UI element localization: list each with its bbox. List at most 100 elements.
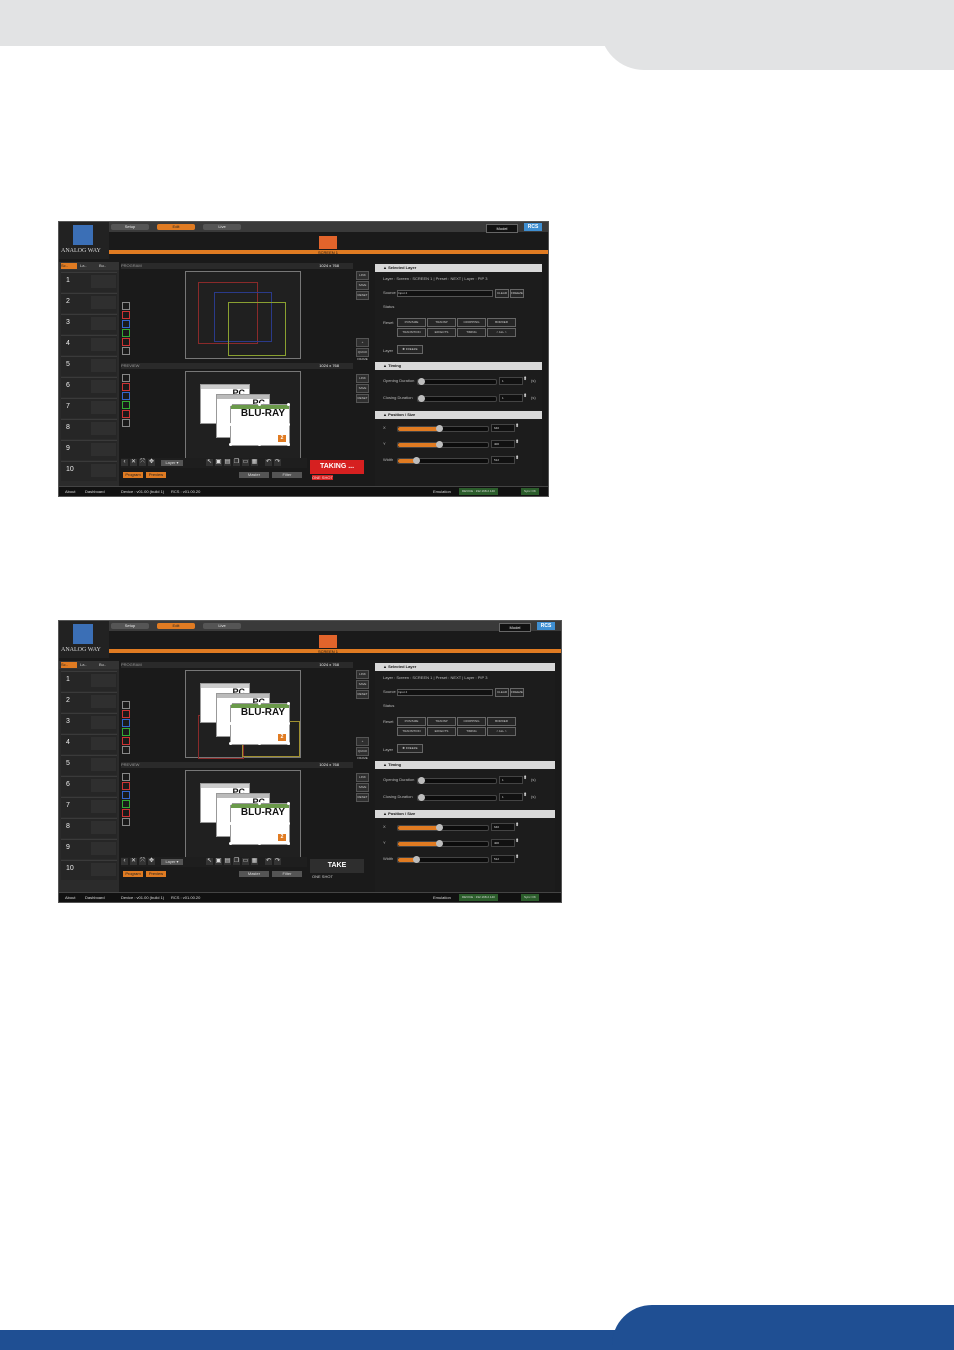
master-button[interactable]: Master — [239, 871, 269, 877]
closing-duration-stepper[interactable]: ⬍ — [523, 393, 527, 399]
x-value[interactable]: 640 — [491, 823, 515, 831]
align-icon[interactable]: ▣ — [215, 858, 222, 865]
layer-toggle[interactable] — [122, 728, 130, 736]
redo-icon[interactable]: ↷ — [274, 858, 281, 865]
width-slider[interactable] — [397, 457, 489, 464]
layer-toggle[interactable] — [122, 818, 130, 826]
preset-slot[interactable] — [91, 737, 116, 750]
preset-item[interactable]: 1 — [61, 671, 117, 691]
link-button[interactable]: LINK — [356, 670, 369, 679]
freeze-layer-button[interactable]: ✱ FREEZE — [397, 744, 423, 753]
opening-duration-value[interactable]: 1 — [499, 377, 523, 385]
preset-item[interactable]: 2 — [61, 692, 117, 712]
layer-toggle[interactable] — [122, 374, 130, 382]
preset-item[interactable]: 4 — [61, 335, 117, 355]
move-icon[interactable]: ✥ — [148, 858, 155, 865]
reset-button[interactable]: RESET — [356, 291, 369, 300]
layers-icon[interactable]: ▦ — [251, 459, 258, 466]
width-stepper[interactable]: ⬍ — [515, 854, 519, 860]
program-canvas[interactable]: PCPCBLU-RAY2 — [185, 670, 301, 759]
preset-item[interactable]: 1 — [61, 272, 117, 292]
tab-buffers[interactable]: Bu.. — [99, 662, 115, 668]
reset-button-item[interactable]: BORDER — [487, 717, 516, 726]
tab-setup[interactable]: Setup — [111, 623, 149, 629]
layer-toggle[interactable] — [122, 737, 130, 745]
program-button[interactable]: Program — [123, 472, 143, 478]
y-slider[interactable] — [397, 840, 489, 847]
reset-button-item[interactable]: POS/SIZE — [397, 717, 426, 726]
resize-handle[interactable] — [287, 443, 290, 446]
preset-item[interactable]: 6 — [61, 776, 117, 796]
move-icon[interactable]: ✥ — [148, 459, 155, 466]
timing-header[interactable]: ▲ Timing — [375, 761, 555, 769]
clear-button[interactable]: CLEAR — [495, 289, 509, 298]
resize-handle[interactable] — [287, 802, 290, 805]
preview-canvas[interactable]: PCPCBLU-RAY2 — [185, 371, 301, 459]
preset-slot[interactable] — [91, 863, 116, 876]
filter-button[interactable]: Filter — [272, 871, 302, 877]
resize-handle[interactable] — [287, 842, 290, 845]
copy-icon[interactable]: ❐ — [233, 459, 240, 466]
resize-handle[interactable] — [229, 702, 232, 705]
tab-layers[interactable]: La.. — [80, 263, 96, 269]
reset-button-item[interactable]: POS/SIZE — [397, 318, 426, 327]
quick-frame-button[interactable]: QUICK FRAME — [356, 348, 369, 361]
tab-live[interactable]: Live — [203, 623, 241, 629]
reset-button[interactable]: RESET — [356, 690, 369, 699]
preset-item[interactable]: 10 — [61, 461, 117, 481]
reset-button-item[interactable]: TIMING — [457, 727, 486, 736]
tab-edit[interactable]: Edit — [157, 224, 195, 230]
opening-duration-stepper[interactable]: ⬍ — [523, 376, 527, 382]
layer-toggle[interactable] — [122, 809, 130, 817]
y-slider[interactable] — [397, 441, 489, 448]
close-layer-icon[interactable]: ✕ — [130, 858, 137, 865]
preview-reset-button[interactable]: RESET — [356, 394, 369, 403]
y-stepper[interactable]: ⬍ — [515, 439, 519, 445]
reset-button-item[interactable]: CROPPING — [457, 318, 486, 327]
width-value[interactable]: 512 — [491, 855, 515, 863]
width-stepper[interactable]: ⬍ — [515, 455, 519, 461]
resize-handle[interactable] — [258, 403, 261, 406]
undo-icon[interactable]: ↶ — [265, 858, 272, 865]
resize-handle[interactable] — [258, 702, 261, 705]
select-icon[interactable]: ↖ — [206, 858, 213, 865]
layer-toggle[interactable] — [122, 338, 130, 346]
preset-item[interactable]: 2 — [61, 293, 117, 313]
select-icon[interactable]: ↖ — [206, 459, 213, 466]
source-window[interactable]: BLU-RAY 2 — [230, 803, 290, 845]
preview-canvas[interactable]: PCPCBLU-RAY2 — [185, 770, 301, 858]
about-link[interactable]: About — [65, 489, 75, 494]
tab-buffers[interactable]: Bu.. — [99, 263, 115, 269]
closing-duration-value[interactable]: 1 — [499, 394, 523, 402]
preset-slot[interactable] — [91, 275, 116, 288]
x-slider[interactable] — [397, 425, 489, 432]
resize-handle[interactable] — [229, 423, 232, 426]
source-window[interactable]: BLU-RAY 2 — [230, 404, 290, 446]
fit-icon[interactable]: ⤧ — [139, 459, 146, 466]
closing-duration-stepper[interactable]: ⬍ — [523, 792, 527, 798]
layer-toggle[interactable] — [122, 746, 130, 754]
take-button[interactable]: TAKING ... — [310, 460, 364, 474]
resize-handle[interactable] — [229, 403, 232, 406]
layer-toggle[interactable] — [122, 701, 130, 709]
layers-icon[interactable]: ▦ — [251, 858, 258, 865]
layer-toggle[interactable] — [122, 392, 130, 400]
reset-button-item[interactable]: TRANSP — [427, 318, 456, 327]
tab-screens[interactable]: Sc.. — [61, 263, 77, 269]
layer-toggle[interactable] — [122, 320, 130, 328]
resize-handle[interactable] — [229, 443, 232, 446]
layer-toggle[interactable] — [122, 710, 130, 718]
preview-save-all-button[interactable]: SAVE ALL — [356, 783, 369, 796]
tab-edit[interactable]: Edit — [157, 623, 195, 629]
preset-item[interactable]: 7 — [61, 398, 117, 418]
program-button[interactable]: Program — [123, 871, 143, 877]
source-select[interactable]: Input 4 — [397, 689, 493, 696]
position-size-header[interactable]: ▲ Position / Size — [375, 810, 555, 818]
screen-selector-button[interactable] — [319, 635, 337, 648]
preset-item[interactable]: 4 — [61, 734, 117, 754]
take-button[interactable]: TAKE — [310, 859, 364, 873]
paste-icon[interactable]: ▭ — [242, 459, 249, 466]
resize-handle[interactable] — [229, 842, 232, 845]
width-value[interactable]: 512 — [491, 456, 515, 464]
reset-button-item[interactable]: BORDER — [487, 318, 516, 327]
